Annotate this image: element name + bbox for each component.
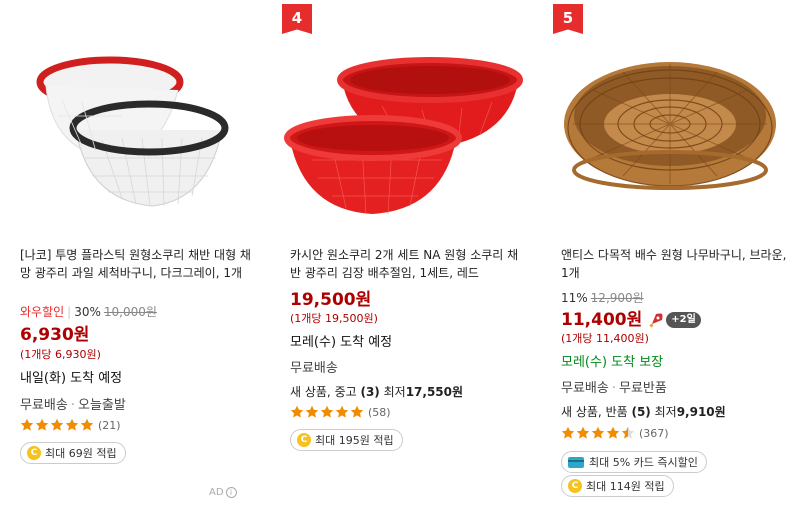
rating: (21) bbox=[20, 417, 121, 433]
product-title[interactable]: [나코] 투명 플라스틱 원형소쿠리 채반 대형 채망 광주리 과일 세척바구니… bbox=[20, 246, 252, 282]
product-card[interactable]: 5 앤티스 다목적 배수 원형 나무바구니, 브라운, 1개 11% 12,900… bbox=[553, 0, 793, 511]
discount-rate: 11% bbox=[561, 291, 588, 305]
other-offers-price: 17,550원 bbox=[405, 385, 464, 399]
rank-badge: 4 bbox=[282, 4, 312, 34]
star-icon bbox=[20, 418, 34, 431]
other-offers[interactable]: 새 상품, 반품 (5) 최저9,910원 bbox=[561, 403, 726, 420]
star-icon bbox=[35, 418, 49, 431]
shipping-info: 무료배송 · 무료반품 bbox=[561, 377, 667, 396]
shipping-info: 무료배송 bbox=[290, 357, 338, 376]
card-discount-text: 최대 5% 카드 즉시할인 bbox=[589, 456, 698, 469]
product-title[interactable]: 앤티스 다목적 배수 원형 나무바구니, 브라운, 1개 bbox=[561, 246, 793, 282]
star-icon bbox=[576, 426, 590, 439]
unit-price: (1개당 19,500원) bbox=[290, 312, 378, 325]
product-image[interactable] bbox=[282, 20, 532, 220]
points-text: 최대 114원 적립 bbox=[586, 480, 665, 493]
ad-label[interactable]: AD i bbox=[209, 487, 237, 498]
star-icon bbox=[591, 426, 605, 439]
rank-badge: 5 bbox=[553, 4, 583, 34]
sale-price: 11,400원 bbox=[561, 310, 643, 330]
sale-price: 6,930원 bbox=[20, 325, 90, 345]
star-icon bbox=[305, 405, 319, 418]
points-text: 최대 195원 적립 bbox=[315, 434, 394, 447]
star-icon bbox=[606, 426, 620, 439]
free-shipping-label: 무료배송 bbox=[561, 381, 609, 396]
product-card[interactable]: 4 카시안 원소쿠리 2개 세트 NA 원형 소쿠리 채반 광주리 김장 배추절… bbox=[282, 0, 532, 511]
points-badge: C 최대 69원 적립 bbox=[20, 442, 126, 464]
star-rating bbox=[20, 418, 94, 432]
other-offers-mid: 최저 bbox=[650, 405, 677, 419]
discount-rate: 30% bbox=[74, 305, 101, 319]
other-offers-prefix: 새 상품, 중고 bbox=[290, 385, 361, 399]
wow-discount-label: 와우할인 bbox=[20, 305, 65, 319]
coin-icon: C bbox=[27, 446, 41, 460]
coin-icon: C bbox=[568, 479, 582, 493]
dot-separator: · bbox=[611, 381, 616, 396]
rating: (367) bbox=[561, 425, 669, 441]
shipping-info: 무료배송 · 오늘출발 bbox=[20, 394, 126, 413]
star-icon bbox=[320, 405, 334, 418]
sale-price: 19,500원 bbox=[290, 290, 372, 310]
star-rating bbox=[290, 405, 364, 419]
other-offers-prefix: 새 상품, 반품 bbox=[561, 405, 632, 419]
points-badge: C 최대 114원 적립 bbox=[561, 475, 674, 497]
dot-separator: · bbox=[70, 398, 75, 413]
free-shipping-label: 무료배송 bbox=[20, 398, 68, 413]
review-count: (367) bbox=[639, 426, 669, 440]
delivery-days-badge: +2일 bbox=[666, 312, 701, 328]
delivery-estimate: 내일(화) 도착 예정 bbox=[20, 371, 123, 386]
star-icon bbox=[65, 418, 79, 431]
ad-text: AD bbox=[209, 487, 224, 498]
coin-icon: C bbox=[297, 433, 311, 447]
other-offers-price: 9,910원 bbox=[676, 405, 726, 419]
star-icon bbox=[350, 405, 364, 418]
card-discount-badge: 최대 5% 카드 즉시할인 bbox=[561, 451, 707, 473]
review-count: (21) bbox=[98, 418, 121, 432]
free-shipping-label: 무료배송 bbox=[290, 361, 338, 376]
star-rating bbox=[561, 426, 635, 440]
points-text: 최대 69원 적립 bbox=[45, 447, 117, 460]
product-image[interactable] bbox=[12, 20, 262, 220]
product-image[interactable] bbox=[553, 20, 793, 220]
star-icon bbox=[290, 405, 304, 418]
star-icon bbox=[621, 426, 635, 439]
rocket-icon bbox=[649, 313, 663, 328]
discount-row: 와우할인 | 30% 10,000원 bbox=[20, 303, 157, 320]
rocket-delivery: +2일 bbox=[648, 312, 701, 328]
star-icon bbox=[80, 418, 94, 431]
same-day-ship-label: 오늘출발 bbox=[77, 398, 126, 413]
other-offers-count: (5) bbox=[631, 405, 651, 419]
info-icon[interactable]: i bbox=[225, 487, 237, 498]
unit-price: (1개당 11,400원) bbox=[561, 332, 649, 345]
original-price: 12,900원 bbox=[590, 291, 644, 305]
free-return-label: 무료반품 bbox=[618, 381, 667, 396]
sale-price-row: 11,400원 +2일 bbox=[561, 305, 701, 330]
other-offers[interactable]: 새 상품, 중고 (3) 최저17,550원 bbox=[290, 383, 463, 400]
rating: (58) bbox=[290, 404, 391, 420]
credit-card-icon bbox=[568, 456, 584, 468]
review-count: (58) bbox=[368, 405, 391, 419]
star-icon bbox=[50, 418, 64, 431]
points-badge: C 최대 195원 적립 bbox=[290, 429, 403, 451]
delivery-estimate: 모레(수) 도착 예정 bbox=[290, 335, 393, 350]
divider: | bbox=[67, 305, 72, 319]
original-price: 10,000원 bbox=[103, 305, 157, 319]
discount-row: 11% 12,900원 bbox=[561, 289, 644, 306]
unit-price: (1개당 6,930원) bbox=[20, 348, 101, 361]
other-offers-count: (3) bbox=[360, 385, 380, 399]
other-offers-mid: 최저 bbox=[379, 385, 406, 399]
product-title[interactable]: 카시안 원소쿠리 2개 세트 NA 원형 소쿠리 채반 광주리 김장 배추절임,… bbox=[290, 246, 522, 282]
product-card[interactable]: [나코] 투명 플라스틱 원형소쿠리 채반 대형 채망 광주리 과일 세척바구니… bbox=[12, 0, 262, 511]
star-icon bbox=[335, 405, 349, 418]
star-icon bbox=[561, 426, 575, 439]
delivery-guarantee: 모레(수) 도착 보장 bbox=[561, 355, 664, 370]
